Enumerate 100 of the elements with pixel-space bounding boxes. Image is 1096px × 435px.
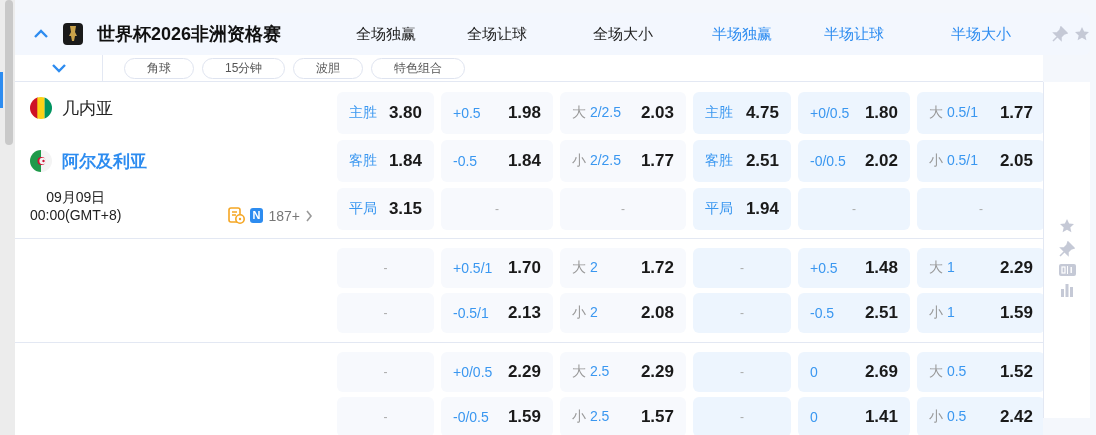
odds-cell[interactable]: 大 0.5 1.52 <box>917 352 1043 392</box>
match-time: 00:00(GMT+8) <box>30 206 122 224</box>
no-odds-dash: - <box>852 202 856 216</box>
odds-value: 4.75 <box>745 103 779 123</box>
star-icon[interactable] <box>1074 26 1090 42</box>
odds-value: 2.05 <box>999 151 1033 171</box>
odds-value: 1.77 <box>999 103 1033 123</box>
odds-value: 2.42 <box>999 407 1033 427</box>
outcome-label: 平局 <box>349 200 377 218</box>
total-line: 大 0.5/1 <box>929 104 979 122</box>
collapse-icon[interactable] <box>33 29 49 39</box>
no-odds-dash: - <box>495 202 499 216</box>
odds-cell[interactable]: 小 0.5 2.42 <box>917 397 1043 435</box>
column-heading[interactable]: 全场大小 <box>560 24 686 44</box>
outcome-label: 客胜 <box>705 152 733 170</box>
odds-value: 1.84 <box>507 151 541 171</box>
odds-cell[interactable]: 大 2 1.72 <box>560 248 686 288</box>
odds-cell[interactable]: 小 0.5/1 2.05 <box>917 140 1043 182</box>
total-line: 小 2/2.5 <box>572 152 622 170</box>
filter-tab[interactable]: 波胆 <box>293 57 364 79</box>
odds-value: 1.41 <box>864 407 898 427</box>
bar-chart-icon[interactable] <box>1060 283 1074 297</box>
odds-cell[interactable]: -0.5 2.51 <box>798 293 910 333</box>
odds-cell[interactable]: 大 2.5 2.29 <box>560 352 686 392</box>
trophy-logo-icon <box>63 23 83 45</box>
column-heading[interactable]: 全场让球 <box>441 24 553 44</box>
league-title: 世界杯2026非洲资格赛 <box>97 23 282 46</box>
odds-cell[interactable]: 小 2/2.5 1.77 <box>560 140 686 182</box>
flag-icon <box>30 150 52 172</box>
odds-cell[interactable]: 主胜 4.75 <box>693 92 791 134</box>
star-icon[interactable] <box>1059 218 1075 234</box>
scoreboard-icon[interactable] <box>1058 264 1076 276</box>
odds-cell[interactable]: 大 2/2.5 2.03 <box>560 92 686 134</box>
odds-cell[interactable]: 0 2.69 <box>798 352 910 392</box>
no-odds-dash: - <box>621 202 625 216</box>
odds-cell[interactable]: +0.5/1 1.70 <box>441 248 553 288</box>
outcome-label: 平局 <box>705 200 733 218</box>
handicap-line: -0/0.5 <box>453 409 489 425</box>
odds-value: 2.08 <box>640 303 674 323</box>
odds-cell[interactable]: -0.5 1.84 <box>441 140 553 182</box>
no-odds-dash: - <box>383 410 388 424</box>
odds-cell[interactable]: 小 2.5 1.57 <box>560 397 686 435</box>
total-line: 大 0.5 <box>929 363 967 381</box>
odds-cell[interactable]: -0/0.5 1.59 <box>441 397 553 435</box>
odds-cell[interactable]: +0/0.5 1.80 <box>798 92 910 134</box>
handicap-line: -0.5/1 <box>453 305 489 321</box>
coin-stack-icon[interactable] <box>227 207 245 224</box>
odds-cell[interactable]: 客胜 1.84 <box>337 140 434 182</box>
odds-cell[interactable]: -0/0.5 2.02 <box>798 140 910 182</box>
odds-value: 1.59 <box>999 303 1033 323</box>
chevron-right-icon[interactable] <box>305 209 313 222</box>
total-line: 大 1 <box>929 259 955 277</box>
market-count[interactable]: 187+ <box>268 207 300 224</box>
no-odds-dash: - <box>740 410 744 424</box>
outcome-label: 客胜 <box>349 152 377 170</box>
odds-value: 1.77 <box>640 151 674 171</box>
odds-cell[interactable]: 客胜 2.51 <box>693 140 791 182</box>
odds-value: 1.72 <box>640 258 674 278</box>
filter-tab[interactable]: 特色组合 <box>371 57 466 79</box>
odds-value: 1.98 <box>507 103 541 123</box>
odds-cell[interactable]: 主胜 3.80 <box>337 92 434 134</box>
no-odds-dash: - <box>979 202 983 216</box>
scrollbar-thumb[interactable] <box>5 0 13 145</box>
no-odds-dash: - <box>740 306 744 320</box>
outcome-label: 主胜 <box>705 104 733 122</box>
total-line: 小 0.5 <box>929 408 967 426</box>
odds-value: 1.57 <box>640 407 674 427</box>
odds-cell[interactable]: +0/0.5 2.29 <box>441 352 553 392</box>
filter-tab[interactable]: 角球 <box>124 57 194 79</box>
filter-tab[interactable]: 15分钟 <box>202 57 286 79</box>
odds-cell[interactable]: 平局 3.15 <box>337 188 434 230</box>
outcome-label: 主胜 <box>349 104 377 122</box>
odds-value: 3.80 <box>388 103 422 123</box>
odds-cell[interactable]: +0.5 1.98 <box>441 92 553 134</box>
odds-cell[interactable]: 平局 1.94 <box>693 188 791 230</box>
column-heading[interactable]: 全场独赢 <box>337 24 434 44</box>
odds-value: 1.59 <box>507 407 541 427</box>
handicap-line: 0 <box>810 409 818 425</box>
odds-cell[interactable]: -0.5/1 2.13 <box>441 293 553 333</box>
total-line: 小 0.5/1 <box>929 152 979 170</box>
odds-cell[interactable]: 0 1.41 <box>798 397 910 435</box>
odds-value: 2.29 <box>507 362 541 382</box>
odds-value: 3.15 <box>388 199 422 219</box>
total-line: 大 2.5 <box>572 363 610 381</box>
odds-cell[interactable]: 大 1 2.29 <box>917 248 1043 288</box>
chevron-down-icon[interactable] <box>50 63 67 73</box>
odds-value: 2.51 <box>745 151 779 171</box>
no-odds-dash: - <box>740 365 744 379</box>
odds-cell[interactable]: 大 0.5/1 1.77 <box>917 92 1043 134</box>
total-line: 小 2 <box>572 304 598 322</box>
odds-cell[interactable]: +0.5 1.48 <box>798 248 910 288</box>
odds-cell[interactable]: 小 1 1.59 <box>917 293 1043 333</box>
total-line: 大 2 <box>572 259 598 277</box>
odds-value: 2.03 <box>640 103 674 123</box>
flag-icon <box>30 97 52 119</box>
handicap-line: 0 <box>810 364 818 380</box>
pin-icon[interactable] <box>1052 26 1068 42</box>
team-name[interactable]: 几内亚 <box>62 96 113 120</box>
odds-cell[interactable]: 小 2 2.08 <box>560 293 686 333</box>
pin-icon[interactable] <box>1059 241 1075 257</box>
